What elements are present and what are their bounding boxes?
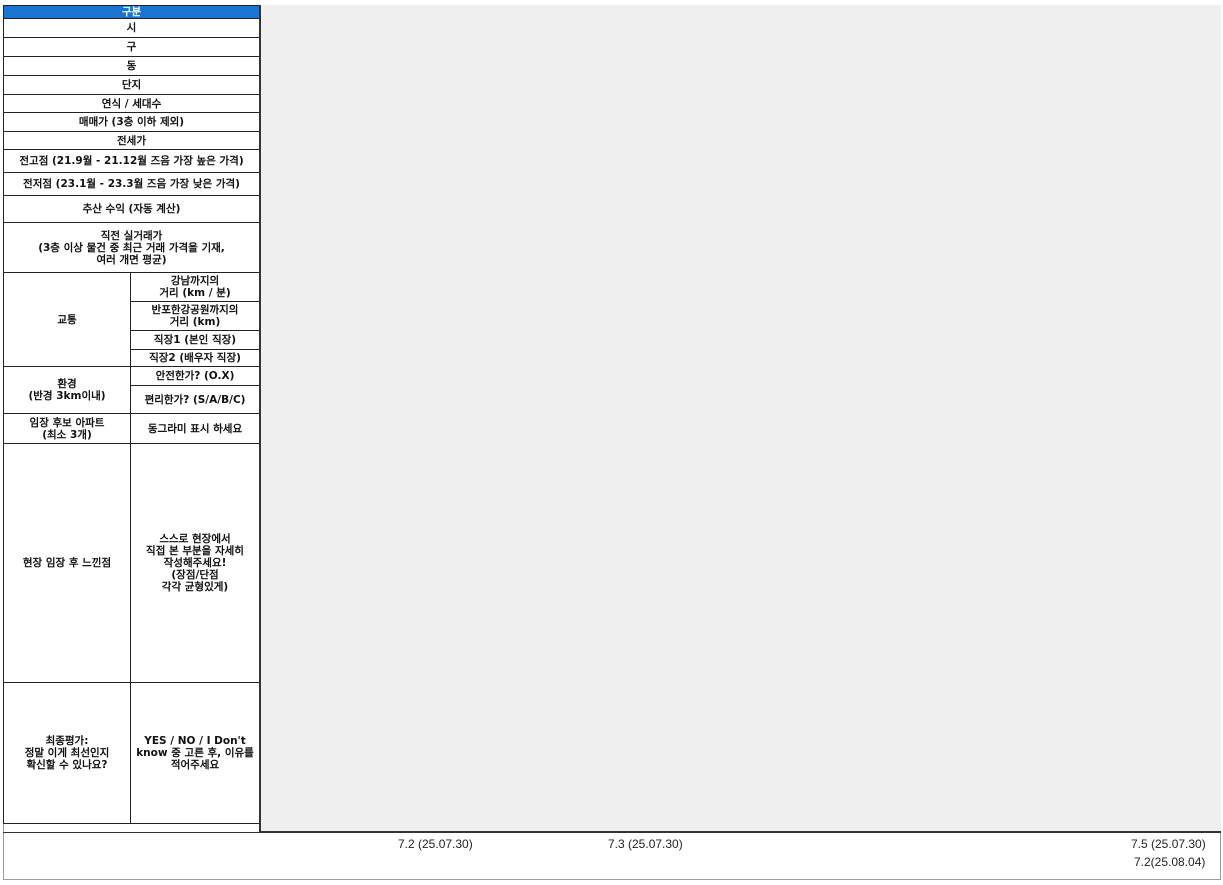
row-prev-low[interactable]: 전저점 (23.1월 - 23.3월 즈음 가장 낮은 가격) [2, 172, 261, 196]
version-label-4: 7.2(25.08.04) [1134, 855, 1206, 869]
version-label-3: 7.5 (25.07.30) [1131, 837, 1206, 851]
recent-trade-line3: 여러 개면 평균) [96, 253, 167, 266]
recent-trade-line1: 직전 실거래가 [100, 229, 163, 242]
impression-line2: 직접 본 부분을 자세히 [146, 545, 244, 557]
final-line1: 최종평가: [45, 735, 89, 747]
transport-label[interactable]: 교통 [3, 272, 131, 367]
final-line2: 정말 이게 최선인지 [24, 747, 110, 759]
impression-label[interactable]: 현장 임장 후 느낀점 [3, 443, 131, 683]
row-dong[interactable]: 동 [2, 56, 261, 76]
row-jeonse[interactable]: 전세가 [2, 131, 261, 150]
transport-banpo[interactable]: 반포한강공원까지의 거리 (km) [129, 301, 261, 331]
gangnam-line2: 거리 (km / 분) [159, 287, 231, 299]
environment-line1: 환경 [57, 378, 77, 390]
final-label[interactable]: 최종평가: 정말 이게 최선인지 확신할 수 있나요? [3, 682, 131, 824]
candidate-line2: (최소 3개) [42, 428, 92, 441]
impression-hint[interactable]: 스스로 현장에서 직접 본 부분을 자세히 작성해주세요! (장점/단점 각각 … [129, 443, 261, 683]
impression-line5: 각각 균형있게) [161, 581, 229, 593]
candidate-line1: 임장 후보 아파트 [29, 416, 105, 429]
environment-line2: (반경 3km이내) [28, 390, 106, 402]
gangnam-line1: 강남까지의 [170, 275, 220, 287]
candidate-hint[interactable]: 동그라미 표시 하세요 [129, 413, 261, 444]
transport-work2[interactable]: 직장2 (배우자 직장) [129, 349, 261, 367]
header-category-cell[interactable]: 구분 [2, 5, 261, 19]
final-hint-line2: know 중 고른 후, 이유를 [136, 747, 254, 759]
environment-safe[interactable]: 안전한가? (O.X) [129, 366, 261, 386]
impression-line4: (장점/단점 [171, 569, 219, 581]
row-si[interactable]: 시 [2, 18, 261, 38]
row-recent-trade[interactable]: 직전 실거래가 (3층 이상 물건 중 최근 거래 가격을 기재, 여러 개면 … [2, 222, 261, 273]
checklist-table: 구분 시 구 동 단지 연식 / 세대수 매매가 (3층 이하 제외) 전세가 … [2, 5, 261, 824]
transport-work1[interactable]: 직장1 (본인 직장) [129, 330, 261, 350]
final-hint[interactable]: YES / NO / I Don't know 중 고른 후, 이유를 적어주세… [129, 682, 261, 824]
impression-line1: 스스로 현장에서 [159, 533, 231, 545]
row-danji[interactable]: 단지 [2, 75, 261, 95]
row-sale-price[interactable]: 매매가 (3층 이하 제외) [2, 112, 261, 132]
footer-divider [3, 832, 1221, 833]
version-label-1: 7.2 (25.07.30) [398, 837, 473, 851]
row-est-return[interactable]: 추산 수익 (자동 계산) [2, 195, 261, 223]
environment-convenient[interactable]: 편리한가? (S/A/B/C) [129, 385, 261, 414]
transport-gangnam[interactable]: 강남까지의 거리 (km / 분) [129, 272, 261, 302]
final-hint-line3: 적어주세요 [170, 759, 220, 771]
empty-data-area[interactable] [260, 5, 1221, 832]
environment-label[interactable]: 환경 (반경 3km이내) [3, 366, 131, 414]
banpo-line1: 반포한강공원까지의 [151, 304, 239, 316]
row-gu[interactable]: 구 [2, 37, 261, 57]
impression-line3: 작성해주세요! [163, 557, 227, 569]
row-prev-high[interactable]: 전고점 (21.9월 - 21.12월 즈음 가장 높은 가격) [2, 149, 261, 173]
banpo-line2: 거리 (km) [169, 316, 221, 328]
recent-trade-line2: (3층 이상 물건 중 최근 거래 가격을 기재, [38, 241, 225, 254]
row-year-units[interactable]: 연식 / 세대수 [2, 94, 261, 113]
final-hint-line1: YES / NO / I Don't [144, 735, 246, 747]
final-line3: 확신할 수 있나요? [26, 759, 108, 771]
version-label-2: 7.3 (25.07.30) [608, 837, 683, 851]
candidate-label[interactable]: 임장 후보 아파트 (최소 3개) [3, 413, 131, 444]
